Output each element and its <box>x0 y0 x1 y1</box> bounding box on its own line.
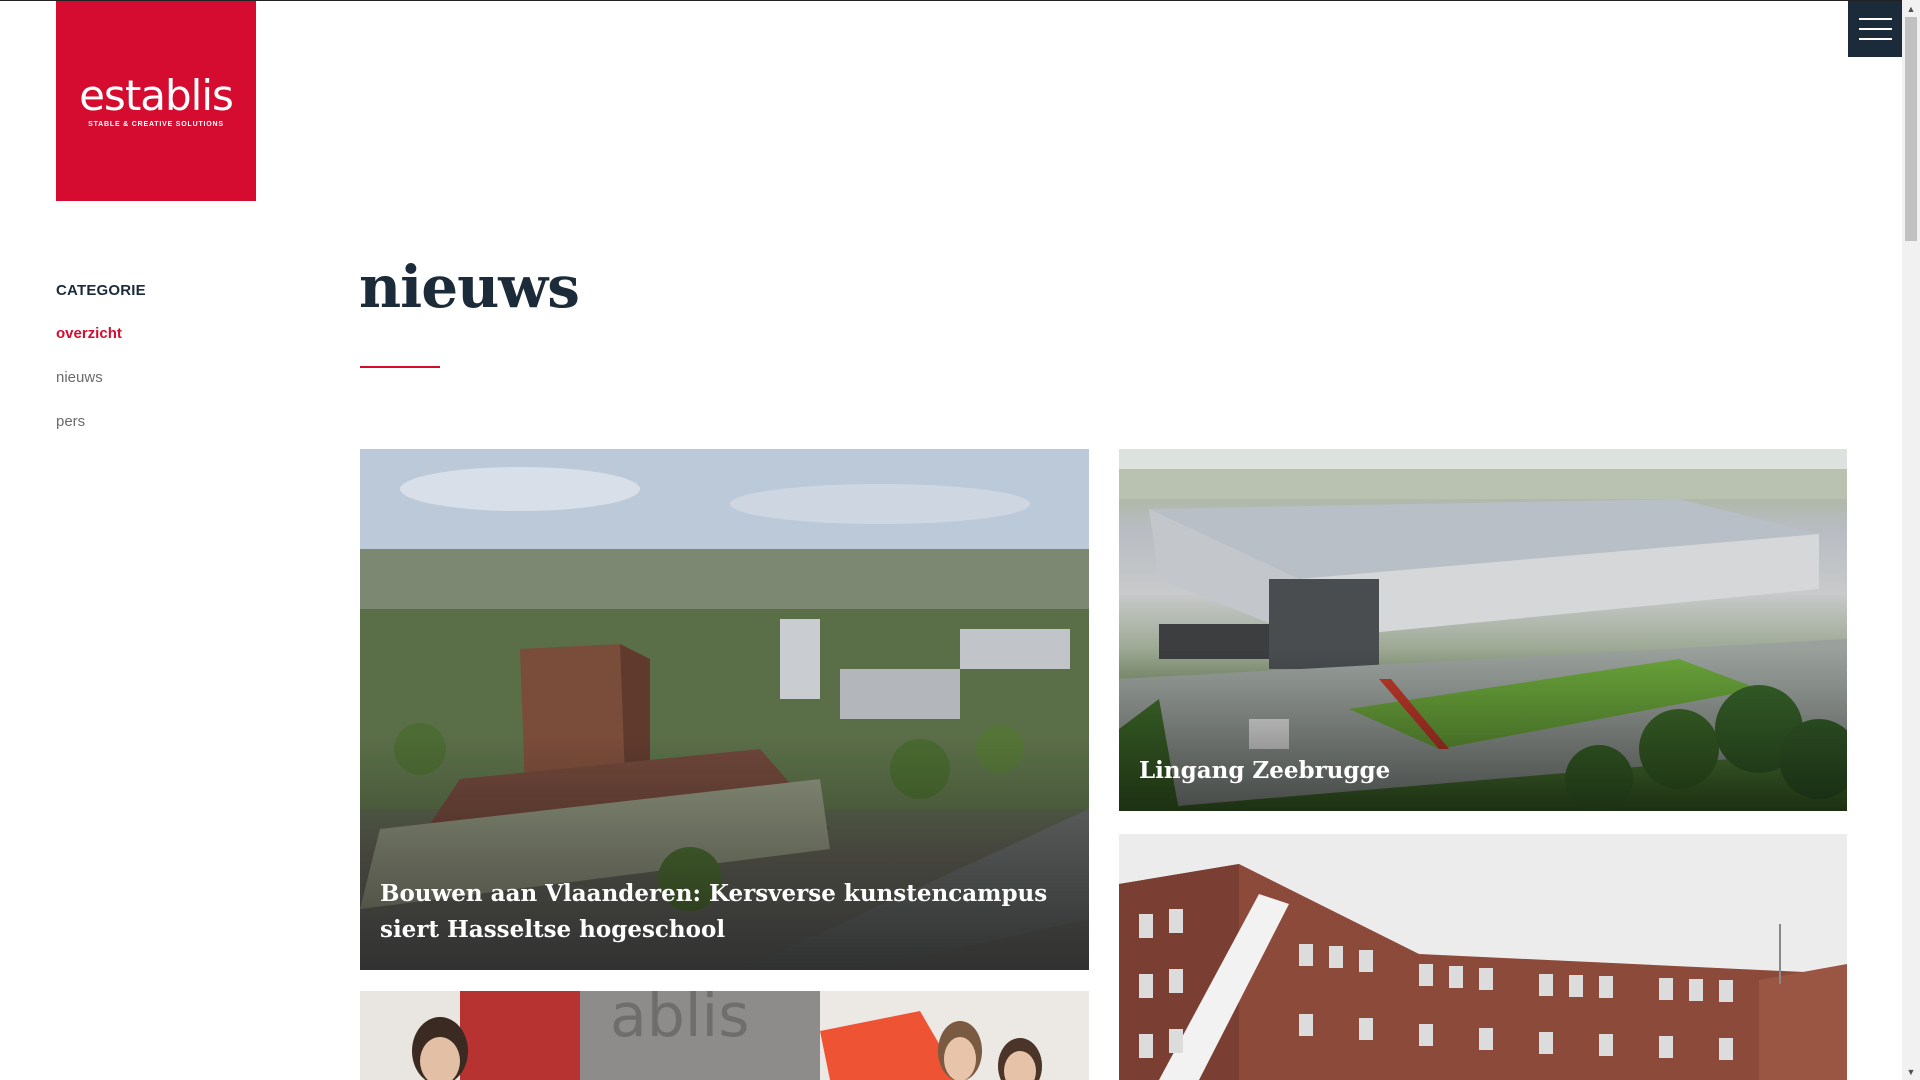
news-card-brick-building[interactable] <box>1119 834 1847 1080</box>
establis-logo[interactable]: establis STABLE & CREATIVE SOLUTIONS <box>56 1 256 201</box>
category-item-overzicht[interactable]: overzicht <box>56 325 296 344</box>
scrollbar-thumb[interactable] <box>1905 17 1917 241</box>
brick-factory-illustration <box>1119 834 1847 1080</box>
scroll-down-arrow-icon[interactable]: ▼ <box>1902 1063 1920 1080</box>
menu-bar <box>1859 28 1892 30</box>
category-list: overzicht nieuws pers <box>56 325 296 432</box>
scroll-up-arrow-icon[interactable]: ▲ <box>1902 0 1920 17</box>
news-card-lingang-zeebrugge[interactable]: Lingang Zeebrugge <box>1119 449 1847 811</box>
category-item-nieuws[interactable]: nieuws <box>56 369 296 388</box>
logo-tagline: STABLE & CREATIVE SOLUTIONS <box>88 120 224 128</box>
page-title: nieuws <box>359 253 580 321</box>
news-card-image <box>1119 834 1847 1080</box>
news-card-kunstencampus[interactable]: Bouwen aan Vlaanderen: Kersverse kunsten… <box>360 449 1089 970</box>
hamburger-menu-icon[interactable] <box>1848 1 1903 57</box>
news-card-image: ablis <box>360 991 1089 1080</box>
menu-bar <box>1859 38 1892 40</box>
news-card-title: Bouwen aan Vlaanderen: Kersverse kunsten… <box>380 880 1048 943</box>
svg-text:ablis: ablis <box>610 991 749 1051</box>
news-card-team-photo[interactable]: ablis <box>360 991 1089 1080</box>
news-card-title: Lingang Zeebrugge <box>1139 757 1391 784</box>
menu-bar <box>1859 18 1892 20</box>
top-border <box>0 0 1902 1</box>
logo-wordmark: establis <box>79 70 234 120</box>
team-photo-illustration: ablis <box>360 991 1089 1080</box>
vertical-scrollbar[interactable]: ▲ ▼ <box>1902 0 1920 1080</box>
title-underline <box>360 366 440 368</box>
category-sidebar: CATEGORIE overzicht nieuws pers <box>56 282 296 457</box>
category-item-pers[interactable]: pers <box>56 413 296 432</box>
category-heading: CATEGORIE <box>56 282 146 299</box>
